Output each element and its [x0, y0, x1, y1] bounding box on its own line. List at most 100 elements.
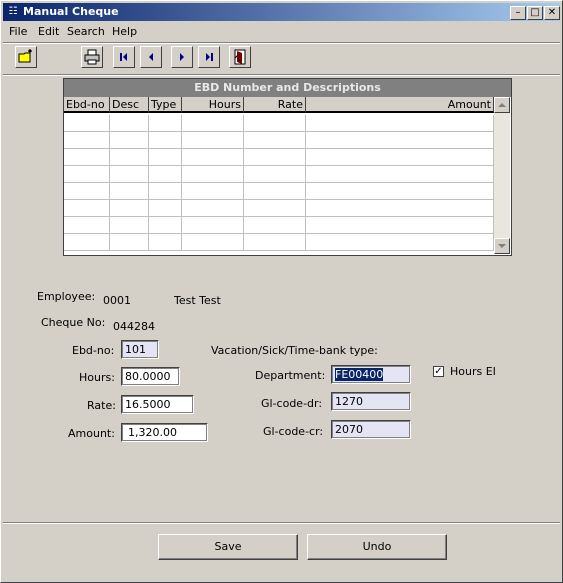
- table-cell[interactable]: [149, 234, 182, 251]
- checkmark-icon: ✓: [434, 366, 443, 377]
- table-cell[interactable]: [149, 149, 182, 166]
- table-row[interactable]: [64, 115, 494, 132]
- title-bar: ☷ Manual Cheque – □ ✕: [3, 3, 560, 21]
- gl-code-dr-field[interactable]: 1270: [331, 392, 411, 411]
- table-cell[interactable]: [64, 200, 110, 217]
- table-cell[interactable]: [64, 115, 110, 132]
- table-cell[interactable]: [149, 115, 182, 132]
- column-header-hours[interactable]: Hours: [182, 97, 244, 113]
- table-row[interactable]: [64, 166, 494, 183]
- hours-label: Hours:: [79, 371, 115, 384]
- scroll-down-icon: [498, 244, 506, 248]
- table-cell[interactable]: [64, 149, 110, 166]
- hours-ei-checkbox[interactable]: ✓: [433, 366, 444, 377]
- minimize-button[interactable]: –: [510, 6, 526, 20]
- table-row[interactable]: [64, 234, 494, 251]
- maximize-button[interactable]: □: [527, 6, 543, 20]
- print-button[interactable]: [81, 46, 103, 68]
- table-cell[interactable]: [64, 132, 110, 149]
- last-record-button[interactable]: [198, 46, 220, 68]
- table-cell[interactable]: [182, 217, 244, 234]
- amount-field[interactable]: 1,320.00: [121, 423, 208, 442]
- open-folder-button[interactable]: [15, 46, 37, 68]
- column-header-type[interactable]: Type: [149, 97, 182, 113]
- toolbar: [3, 44, 560, 74]
- rate-field[interactable]: 16.5000: [121, 395, 194, 414]
- table-cell[interactable]: [182, 115, 244, 132]
- table-cell[interactable]: [110, 166, 149, 183]
- open-folder-icon: [18, 49, 32, 63]
- table-cell[interactable]: [110, 183, 149, 200]
- ebd-no-field[interactable]: 101: [121, 340, 159, 359]
- table-cell[interactable]: [110, 234, 149, 251]
- table-cell[interactable]: [306, 200, 494, 217]
- table-cell[interactable]: [64, 234, 110, 251]
- table-row[interactable]: [64, 132, 494, 149]
- table-row[interactable]: [64, 149, 494, 166]
- table-cell[interactable]: [182, 183, 244, 200]
- table-cell[interactable]: [244, 200, 306, 217]
- grid-vertical-scrollbar[interactable]: [494, 97, 510, 254]
- cheque-no-label: Cheque No:: [41, 316, 106, 329]
- scroll-down-button[interactable]: [494, 238, 510, 254]
- ebd-grid[interactable]: EBD Number and Descriptions Ebd-no Desc …: [63, 78, 512, 256]
- table-cell[interactable]: [149, 166, 182, 183]
- menu-help[interactable]: Help: [112, 25, 137, 38]
- table-cell[interactable]: [244, 132, 306, 149]
- table-cell[interactable]: [149, 217, 182, 234]
- column-header-amount[interactable]: Amount: [306, 97, 494, 113]
- table-cell[interactable]: [244, 234, 306, 251]
- column-header-rate[interactable]: Rate: [244, 97, 306, 113]
- table-cell[interactable]: [306, 234, 494, 251]
- table-row[interactable]: [64, 183, 494, 200]
- hours-field[interactable]: 80.0000: [121, 367, 180, 386]
- table-cell[interactable]: [64, 217, 110, 234]
- table-cell[interactable]: [306, 149, 494, 166]
- table-cell[interactable]: [306, 166, 494, 183]
- table-cell[interactable]: [149, 183, 182, 200]
- save-button[interactable]: Save: [158, 534, 298, 560]
- undo-button[interactable]: Undo: [307, 534, 447, 560]
- scroll-up-button[interactable]: [494, 97, 510, 113]
- table-cell[interactable]: [149, 132, 182, 149]
- close-button[interactable]: ✕: [544, 6, 560, 20]
- next-record-button[interactable]: [171, 46, 193, 68]
- column-header-desc[interactable]: Desc: [110, 97, 149, 113]
- table-cell[interactable]: [110, 132, 149, 149]
- table-cell[interactable]: [149, 200, 182, 217]
- first-record-button[interactable]: [113, 46, 135, 68]
- table-cell[interactable]: [110, 200, 149, 217]
- menu-search[interactable]: Search: [67, 25, 105, 38]
- table-row[interactable]: [64, 217, 494, 234]
- column-header-ebd-no[interactable]: Ebd-no: [64, 97, 110, 113]
- table-cell[interactable]: [64, 183, 110, 200]
- table-cell[interactable]: [110, 217, 149, 234]
- previous-record-button[interactable]: [140, 46, 162, 68]
- exit-door-icon: [234, 49, 246, 65]
- table-cell[interactable]: [110, 149, 149, 166]
- table-cell[interactable]: [244, 217, 306, 234]
- table-cell[interactable]: [64, 166, 110, 183]
- department-field[interactable]: FE00400: [331, 365, 411, 384]
- table-cell[interactable]: [182, 234, 244, 251]
- rate-label: Rate:: [87, 399, 116, 412]
- table-cell[interactable]: [306, 183, 494, 200]
- table-cell[interactable]: [244, 149, 306, 166]
- table-cell[interactable]: [182, 149, 244, 166]
- table-cell[interactable]: [306, 115, 494, 132]
- exit-button[interactable]: [229, 46, 251, 68]
- table-cell[interactable]: [244, 183, 306, 200]
- table-cell[interactable]: [182, 166, 244, 183]
- table-cell[interactable]: [182, 200, 244, 217]
- table-cell[interactable]: [306, 132, 494, 149]
- grid-title: EBD Number and Descriptions: [64, 79, 511, 97]
- menu-edit[interactable]: Edit: [38, 25, 59, 38]
- table-cell[interactable]: [244, 115, 306, 132]
- table-cell[interactable]: [244, 166, 306, 183]
- menu-file[interactable]: File: [9, 25, 27, 38]
- gl-code-cr-field[interactable]: 2070: [331, 420, 411, 439]
- table-cell[interactable]: [182, 132, 244, 149]
- table-row[interactable]: [64, 200, 494, 217]
- table-cell[interactable]: [306, 217, 494, 234]
- table-cell[interactable]: [110, 115, 149, 132]
